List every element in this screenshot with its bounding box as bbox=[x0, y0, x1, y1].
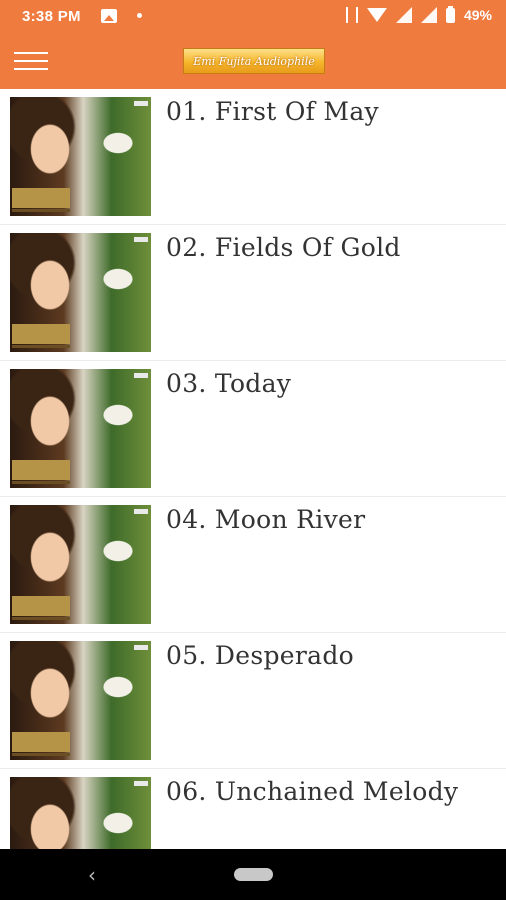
app-bar: Emi Fujita Audiophile bbox=[0, 33, 506, 89]
track-title: 01. First Of May bbox=[166, 97, 379, 126]
album-cover bbox=[10, 369, 151, 488]
track-title: 06. Unchained Melody bbox=[166, 777, 459, 806]
list-item[interactable]: 05. Desperado bbox=[0, 633, 506, 769]
list-item[interactable]: 03. Today bbox=[0, 361, 506, 497]
list-item[interactable]: 04. Moon River bbox=[0, 497, 506, 633]
track-title: 05. Desperado bbox=[166, 641, 354, 670]
notification-dot-icon bbox=[137, 13, 142, 18]
status-time: 3:38 PM bbox=[22, 8, 81, 25]
signal-icon bbox=[420, 7, 437, 23]
battery-level: 49% bbox=[463, 7, 492, 23]
battery-icon bbox=[445, 5, 455, 23]
app-logo: Emi Fujita Audiophile bbox=[183, 48, 325, 74]
menu-icon[interactable] bbox=[14, 52, 48, 72]
system-nav-bar: ‹ bbox=[0, 849, 506, 900]
track-list: 01. First Of May 02. Fields Of Gold 03. … bbox=[0, 89, 506, 849]
image-icon bbox=[101, 9, 117, 23]
list-item[interactable]: 01. First Of May bbox=[0, 89, 506, 225]
list-item[interactable]: 02. Fields Of Gold bbox=[0, 225, 506, 361]
list-item[interactable]: 06. Unchained Melody bbox=[0, 769, 506, 849]
home-pill-icon[interactable] bbox=[234, 868, 273, 881]
wifi-icon bbox=[366, 8, 387, 22]
album-cover bbox=[10, 233, 151, 352]
album-cover bbox=[10, 505, 151, 624]
app-logo-text: Emi Fujita Audiophile bbox=[193, 54, 315, 68]
track-title: 02. Fields Of Gold bbox=[166, 233, 401, 262]
track-title: 04. Moon River bbox=[166, 505, 366, 534]
status-icons: 49% bbox=[345, 5, 492, 23]
signal-icon bbox=[395, 7, 412, 23]
album-cover bbox=[10, 777, 151, 849]
track-title: 03. Today bbox=[166, 369, 292, 398]
back-icon[interactable]: ‹ bbox=[88, 863, 96, 887]
album-cover bbox=[10, 97, 151, 216]
album-cover bbox=[10, 641, 151, 760]
vibrate-icon bbox=[345, 7, 358, 23]
status-bar: 3:38 PM 49% bbox=[0, 0, 506, 33]
